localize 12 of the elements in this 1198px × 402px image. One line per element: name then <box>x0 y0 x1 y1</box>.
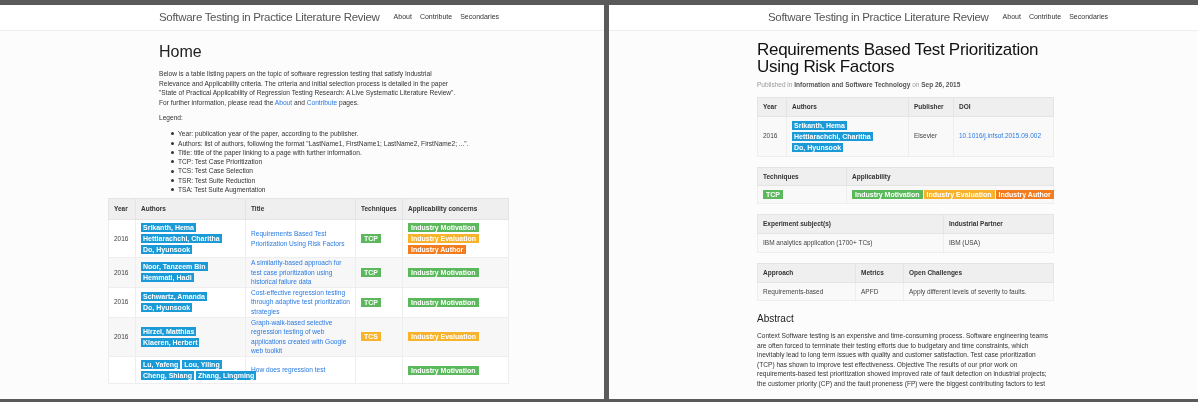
bullet-icon <box>171 160 174 164</box>
bullet-icon <box>171 188 174 192</box>
bullet-icon <box>171 169 174 173</box>
site-title[interactable]: Software Testing in Practice Literature Review <box>159 8 380 27</box>
bullet-icon <box>171 132 174 136</box>
bullet-icon <box>171 178 174 182</box>
section-heading: Abstract <box>757 312 795 327</box>
bullet-icon <box>171 151 174 154</box>
page-heading: Home <box>159 43 203 61</box>
site-title[interactable]: Software Testing in Practice Literature Review <box>768 8 989 27</box>
paper-title: Requirements Based Test Prioritization Using Risk Factors <box>757 41 1040 75</box>
bullet-icon <box>171 141 174 145</box>
